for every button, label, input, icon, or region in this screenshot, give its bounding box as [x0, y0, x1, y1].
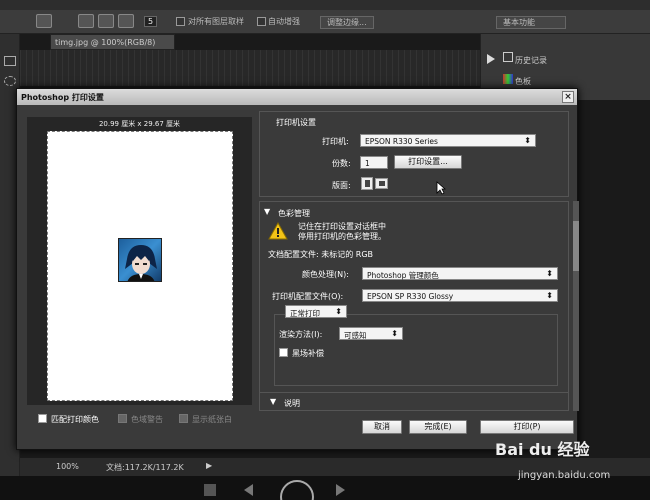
printer-label: 打印机:: [322, 137, 349, 146]
refine-edge-button[interactable]: 调整边缘...: [320, 16, 374, 29]
dropdown-arrow-icon: ⬍: [524, 136, 531, 145]
dropdown-arrow-icon: ⬍: [335, 307, 342, 316]
options-bar: 5 对所有图层取样 自动增强 调整边缘... 基本功能: [0, 0, 650, 34]
paper-preview: [47, 131, 233, 401]
gamut-warning-checkbox[interactable]: [118, 414, 127, 423]
dropdown-arrow-icon: ⬍: [546, 269, 553, 278]
swatches-panel-label[interactable]: 色板: [515, 76, 531, 87]
collapse-triangle-icon[interactable]: ▼: [264, 207, 270, 216]
gamut-warning-label: 色域警告: [131, 415, 163, 424]
color-handling-value: Photoshop 管理颜色: [367, 271, 439, 280]
copies-label: 份数:: [332, 159, 351, 168]
history-icon[interactable]: [503, 52, 513, 62]
expand-triangle-icon[interactable]: ▼: [270, 397, 276, 406]
anime-character-icon: [125, 245, 157, 281]
paper-size-label: 20.99 厘米 x 29.67 厘米: [98, 120, 181, 128]
done-button[interactable]: 完成(E): [409, 420, 467, 434]
document-profile-label: 文档配置文件: 未标记的 RGB: [268, 250, 374, 259]
close-icon[interactable]: ×: [562, 91, 574, 103]
black-point-label: 黑场补偿: [292, 349, 324, 358]
previous-icon[interactable]: [244, 484, 253, 496]
next-icon[interactable]: [336, 484, 345, 496]
show-paper-white-checkbox[interactable]: [179, 414, 188, 423]
status-menu-arrow-icon[interactable]: ▶: [206, 461, 212, 470]
print-preview: 20.99 厘米 x 29.67 厘米: [27, 117, 252, 405]
layout-label: 版面:: [332, 181, 351, 190]
print-settings-dialog: Photoshop 打印设置 × 20.99 厘米 x 29.67 厘米 匹配打…: [16, 88, 579, 450]
match-print-colors-checkbox[interactable]: [38, 414, 47, 423]
rendering-intent-value: 可感知: [344, 331, 367, 340]
printer-select[interactable]: EPSON R330 Series ⬍: [360, 134, 536, 147]
warning-icon: [268, 222, 288, 240]
normal-printing-select[interactable]: 正常打印 ⬍: [285, 305, 347, 318]
black-point-checkbox[interactable]: [279, 348, 288, 357]
zoom-level: 100%: [56, 462, 79, 471]
match-print-colors-label: 匹配打印颜色: [51, 415, 99, 424]
color-management-title: 色彩管理: [278, 209, 310, 218]
play-icon[interactable]: [487, 54, 495, 64]
printer-value: EPSON R330 Series: [365, 137, 438, 146]
move-tool-icon[interactable]: [4, 56, 16, 66]
quick-select-new-icon[interactable]: [78, 14, 94, 28]
menu-bar: [0, 0, 650, 10]
auto-enhance-checkbox[interactable]: [257, 17, 266, 26]
print-button[interactable]: 打印(P): [480, 420, 574, 434]
color-management-section: ▼ 色彩管理 记住在打印设置对话框中 停用打印机的色彩管理。 文档配置文件: 未…: [259, 201, 569, 411]
auto-enhance-label: 自动增强: [268, 17, 300, 26]
show-paper-white-label: 显示纸张白: [192, 415, 232, 424]
printer-profile-value: EPSON SP R330 Glossy: [367, 292, 454, 301]
rendering-intent-label: 渲染方法(I):: [279, 330, 323, 339]
stop-icon[interactable]: [204, 484, 216, 496]
scrollbar[interactable]: [573, 201, 579, 411]
all-layers-label: 对所有图层取样: [188, 17, 244, 26]
cursor-icon: [436, 181, 446, 195]
dropdown-arrow-icon: ⬍: [546, 291, 553, 300]
play-button-icon[interactable]: [280, 480, 314, 500]
brush-size-field[interactable]: 5: [144, 16, 158, 27]
normal-printing-value: 正常打印: [290, 309, 320, 318]
quick-select-subtract-icon[interactable]: [118, 14, 134, 28]
canvas-area: [20, 50, 480, 86]
divider: [260, 392, 568, 393]
printer-profile-label: 打印机配置文件(O):: [272, 292, 344, 301]
dialog-title: Photoshop 打印设置: [21, 93, 104, 102]
landscape-layout-icon[interactable]: [375, 178, 388, 189]
color-handling-label: 颜色处理(N):: [302, 270, 349, 279]
printer-setup-section: 打印机设置 打印机: EPSON R330 Series ⬍ 份数: 1 打印设…: [259, 111, 569, 197]
document-tab[interactable]: timg.jpg @ 100%(RGB/8): [50, 34, 175, 50]
lasso-tool-icon[interactable]: [4, 76, 16, 86]
swatches-icon[interactable]: [503, 74, 513, 84]
description-label: 说明: [284, 399, 300, 408]
rendering-options-box: 正常打印 ⬍ 渲染方法(I): 可感知 ⬍ 黑场补偿: [274, 305, 558, 386]
portrait-layout-icon[interactable]: [361, 177, 373, 190]
history-panel-label[interactable]: 历史记录: [515, 55, 547, 66]
dialog-titlebar: Photoshop 打印设置 ×: [17, 89, 577, 105]
dropdown-arrow-icon: ⬍: [391, 329, 398, 338]
document-size: 文档:117.2K/117.2K: [106, 463, 184, 472]
workspace-select[interactable]: 基本功能: [496, 16, 566, 29]
printer-profile-select[interactable]: EPSON SP R330 Glossy ⬍: [362, 289, 558, 302]
baidu-watermark-url: jingyan.baidu.com: [518, 470, 611, 481]
brush-tool-icon[interactable]: [36, 14, 52, 28]
scrollbar-thumb[interactable]: [573, 221, 579, 271]
print-settings-button[interactable]: 打印设置...: [394, 155, 462, 169]
image-thumbnail[interactable]: [118, 238, 162, 282]
all-layers-checkbox[interactable]: [176, 17, 185, 26]
quick-select-add-icon[interactable]: [98, 14, 114, 28]
baidu-watermark: Bai du 经验: [495, 440, 590, 459]
rendering-intent-select[interactable]: 可感知 ⬍: [339, 327, 403, 340]
color-handling-select[interactable]: Photoshop 管理颜色 ⬍: [362, 267, 558, 280]
copies-input[interactable]: 1: [360, 156, 388, 169]
printer-setup-title: 打印机设置: [276, 118, 316, 127]
cancel-button[interactable]: 取消: [362, 420, 402, 434]
warning-line-2: 停用打印机的色彩管理。: [298, 232, 386, 241]
